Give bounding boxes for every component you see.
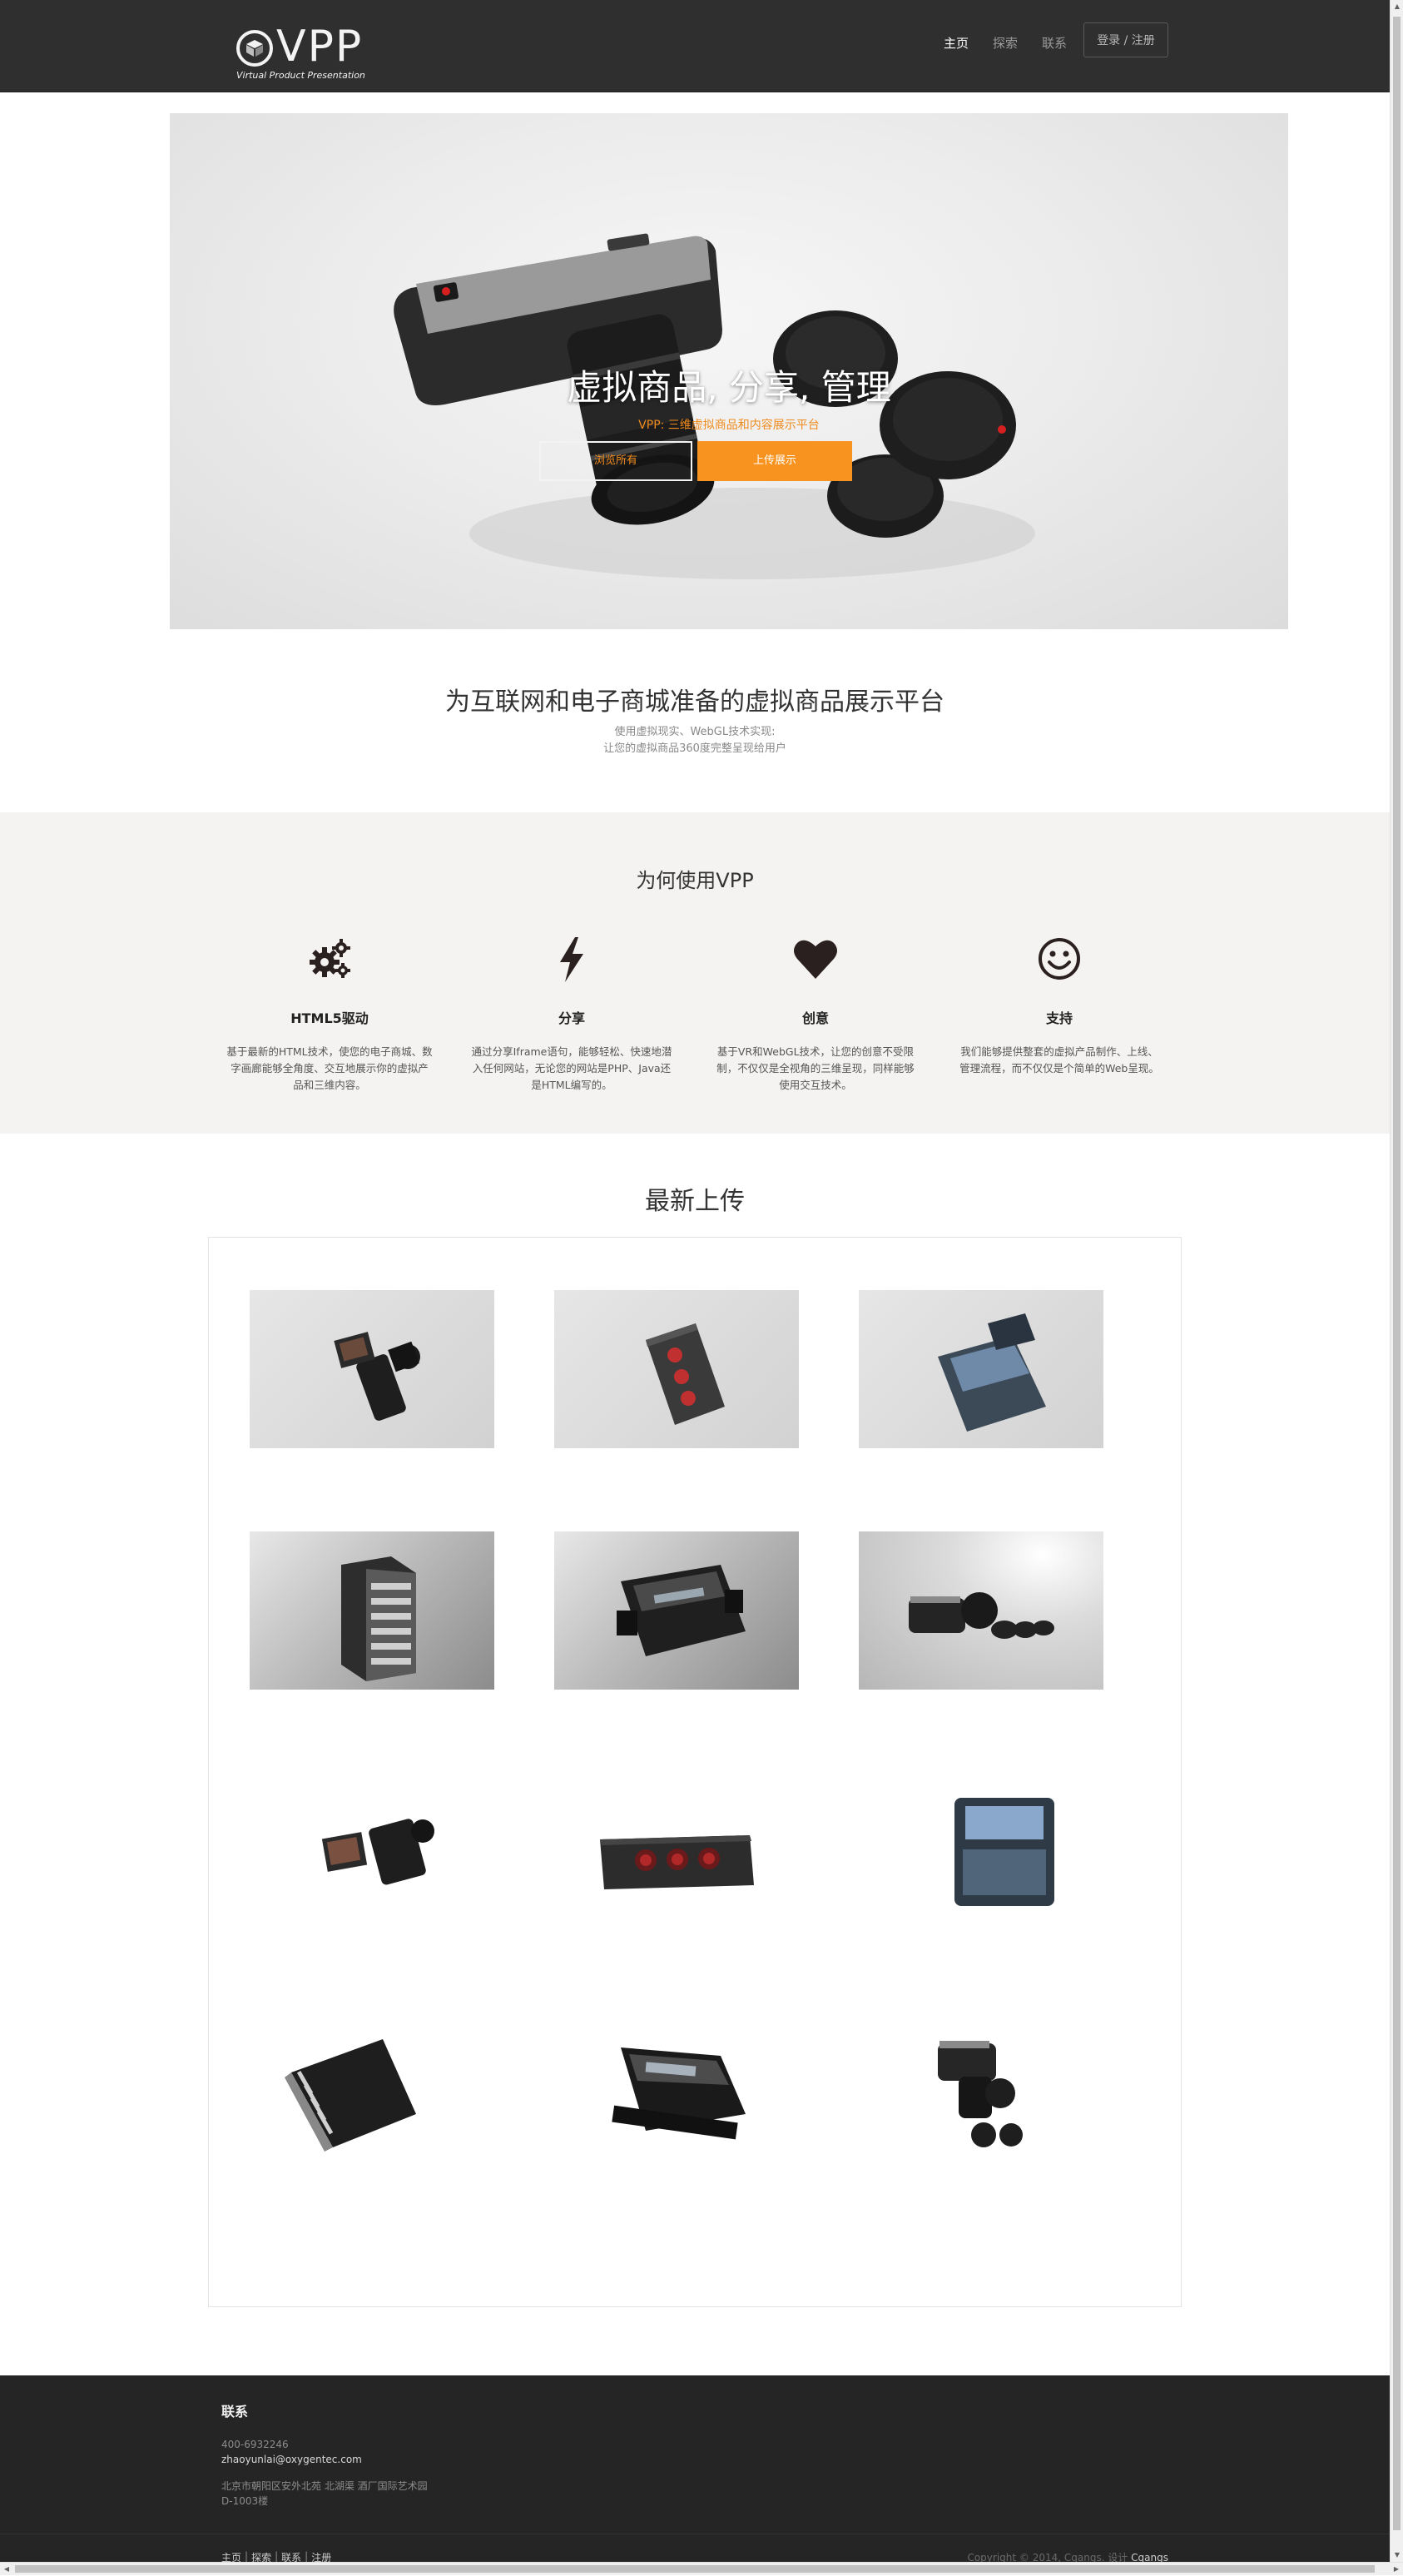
- feature-text-share: 通过分享Iframe语句，能够轻松、快速地潜入任何网站，无论您的网站是PHP、J…: [471, 1045, 672, 1091]
- thumbnail-item-camera-rig-2[interactable]: [250, 1773, 494, 1931]
- intro-line-2: 让您的虚拟商品360度完整呈现给用户: [603, 742, 786, 755]
- top-navbar: VPP Virtual Product Presentation 主页 探索 联…: [0, 0, 1390, 92]
- thumbnail-item-storage-tower-2[interactable]: [250, 2014, 494, 2172]
- footer: 联系 400-6932246 zhaoyunlai@oxygentec.com …: [0, 2375, 1390, 2575]
- thumbnail-item-camera-rig[interactable]: [250, 1290, 494, 1448]
- scroll-left-arrow-icon[interactable]: ◀: [0, 2563, 13, 2576]
- scroll-down-arrow-icon[interactable]: ▼: [1391, 2549, 1403, 2562]
- feature-text-html5: 基于最新的HTML技术，使您的电子商城、数字画廊能够全角度、交互地展示你的虚拟产…: [226, 1045, 433, 1091]
- upload-button[interactable]: 上传展示: [697, 441, 852, 481]
- feature-title-support: 支持: [1045, 1010, 1073, 1026]
- horizontal-scrollbar[interactable]: ◀ ▶: [0, 2562, 1403, 2575]
- scroll-right-arrow-icon[interactable]: ▶: [1390, 2563, 1403, 2576]
- thumbnail-item-storage-tower[interactable]: [250, 1531, 494, 1690]
- footer-address-1: 北京市朝阳区安外北苑 北湖渠 酒厂国际艺术园: [221, 2480, 428, 2492]
- feature-title-share: 分享: [558, 1010, 585, 1026]
- intro-line-1: 使用虚拟现实、WebGL技术实现:: [614, 726, 776, 738]
- feature-title-html5: HTML5驱动: [290, 1010, 369, 1026]
- smile-icon: [1039, 938, 1080, 980]
- login-register-button[interactable]: 登录 / 注册: [1083, 22, 1168, 57]
- feature-support: 支持 我们能够提供整套的虚拟产品制作、上线、管理流程，而不仅仅是个简单的Web呈…: [951, 934, 1168, 1077]
- nav-link-home[interactable]: 主页: [944, 34, 969, 52]
- latest-title: 最新上传: [645, 1187, 745, 1216]
- hero-banner: 虚拟商品, 分享, 管理 VPP: 三维虚拟商品和内容展示平台 浏览所有 上传展…: [170, 113, 1288, 629]
- footer-contact-title: 联系: [221, 2404, 249, 2420]
- feature-title-creative: 创意: [801, 1010, 829, 1026]
- feature-creative: 创意 基于VR和WebGL技术，让您的创意不受限制，不仅仅是全视角的三维呈现，同…: [707, 934, 924, 1094]
- nav-links: 主页 探索 联系: [944, 34, 1091, 52]
- nav-link-contact[interactable]: 联系: [1042, 34, 1067, 52]
- feature-html5: HTML5驱动 基于最新的HTML技术，使您的电子商城、数字画廊能够全角度、交互…: [221, 934, 438, 1094]
- footer-phone: 400-6932246: [221, 2439, 289, 2450]
- thumbnail-item-control-panel[interactable]: [554, 1290, 799, 1448]
- gears-icon: [310, 939, 350, 978]
- thumbnail-item-pocket-camera[interactable]: [859, 1531, 1103, 1690]
- footer-address-2: D-1003楼: [221, 2495, 269, 2507]
- thumbnail-item-recorder-case[interactable]: [554, 1531, 799, 1690]
- vertical-scroll-thumb[interactable]: [1393, 17, 1401, 2530]
- vpp-logo[interactable]: VPP Virtual Product Presentation: [236, 22, 365, 87]
- cube-logo-icon: [236, 30, 273, 67]
- logo-text: VPP: [276, 22, 364, 72]
- features-title: 为何使用VPP: [636, 869, 754, 892]
- thumbnail-item-control-panel-2[interactable]: [554, 1773, 799, 1931]
- thumbnail-item-video-switcher-2[interactable]: [859, 1773, 1103, 1931]
- footer-email[interactable]: zhaoyunlai@oxygentec.com: [221, 2454, 362, 2465]
- feature-text-support: 我们能够提供整套的虚拟产品制作、上线、管理流程，而不仅仅是个简单的Web呈现。: [959, 1045, 1159, 1075]
- feature-text-creative: 基于VR和WebGL技术，让您的创意不受限制，不仅仅是全视角的三维呈现，同样能够…: [716, 1045, 915, 1091]
- horizontal-scroll-thumb[interactable]: [15, 2565, 1375, 2573]
- nav-link-explore[interactable]: 探索: [993, 34, 1018, 52]
- heart-icon: [794, 940, 837, 979]
- hero-subtitle: VPP: 三维虚拟商品和内容展示平台: [638, 419, 820, 432]
- scroll-up-arrow-icon[interactable]: ▲: [1391, 0, 1403, 13]
- logo-subtitle: Virtual Product Presentation: [236, 70, 365, 81]
- thumbnail-item-video-switcher[interactable]: [859, 1290, 1103, 1448]
- browse-all-button[interactable]: 浏览所有: [539, 441, 692, 481]
- thumbnail-item-pocket-camera-2[interactable]: [859, 2014, 1103, 2172]
- features-section: 为何使用VPP HTML5驱动 基于最新的HTML技术，使您的电子商城、数字画廊…: [0, 812, 1390, 1134]
- intro-title: 为互联网和电子商城准备的虚拟商品展示平台: [445, 687, 944, 717]
- bolt-icon: [560, 937, 583, 982]
- vertical-scrollbar[interactable]: ▲ ▼: [1390, 0, 1403, 2562]
- thumbnail-item-recorder-case-2[interactable]: [554, 2014, 799, 2172]
- feature-share: 分享 通过分享Iframe语句，能够轻松、快速地潜入任何网站，无论您的网站是PH…: [464, 934, 680, 1094]
- latest-uploads-grid: [208, 1237, 1182, 2307]
- hero-title: 虚拟商品, 分享, 管理: [567, 367, 891, 408]
